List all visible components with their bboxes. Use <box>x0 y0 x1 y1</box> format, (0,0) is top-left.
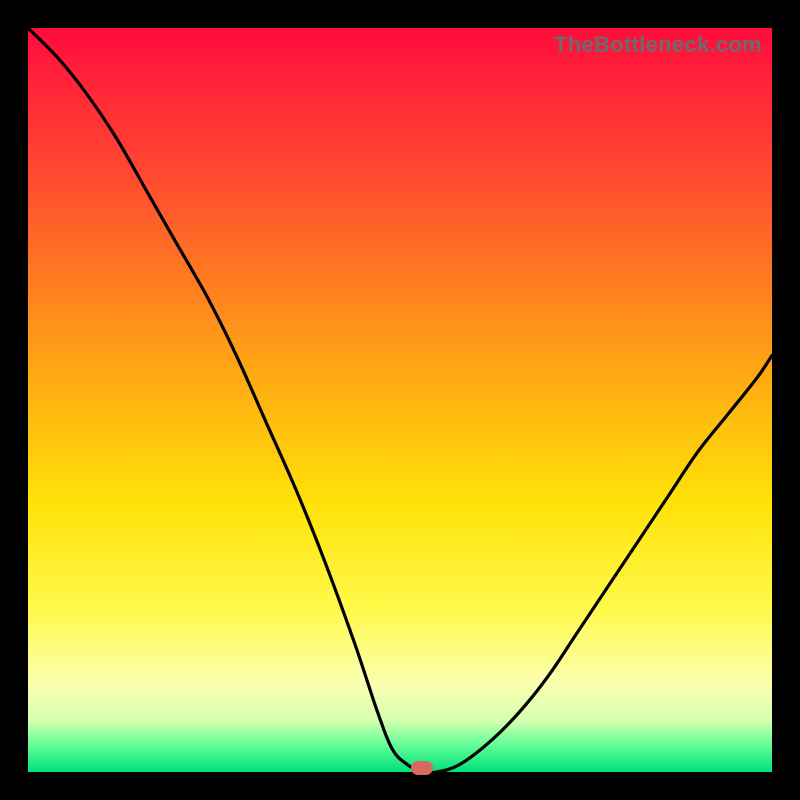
chart-frame: TheBottleneck.com <box>0 0 800 800</box>
optimal-marker <box>411 761 433 775</box>
bottleneck-curve <box>28 28 772 772</box>
curve-path <box>28 28 772 772</box>
plot-area: TheBottleneck.com <box>28 28 772 772</box>
